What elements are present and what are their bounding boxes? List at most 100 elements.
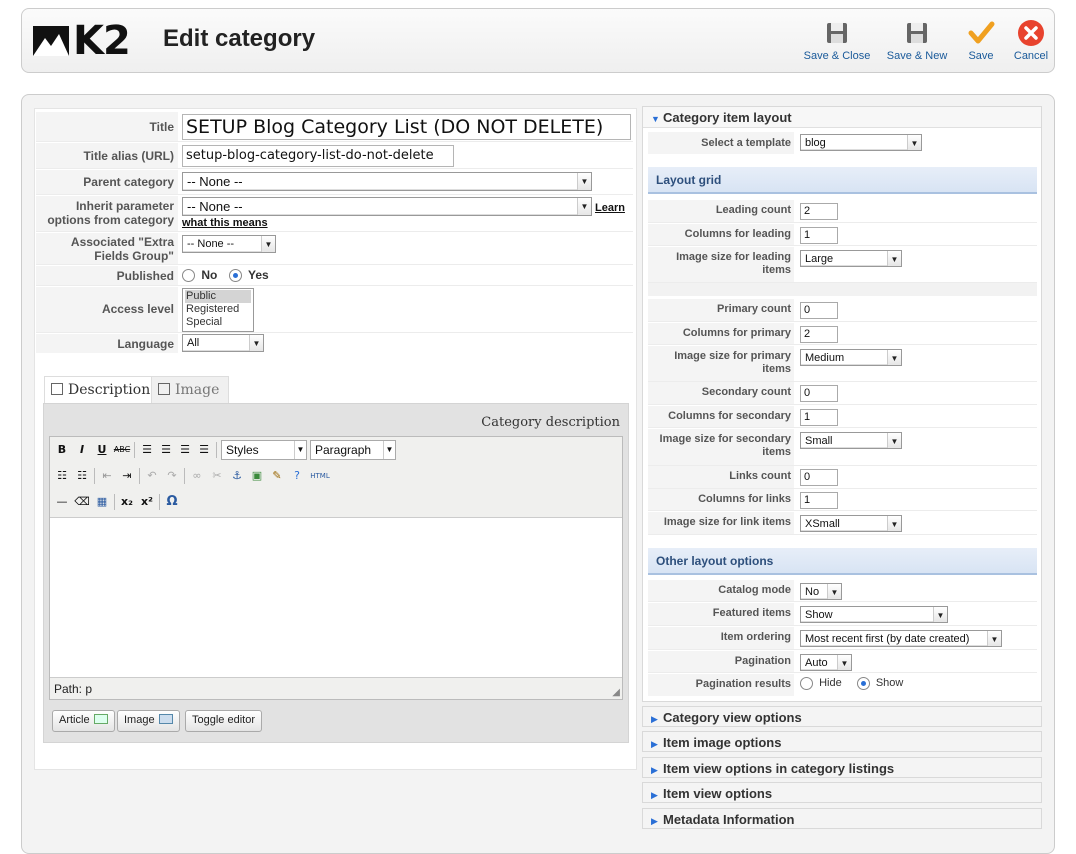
layout-grid-row: Secondary count 0	[648, 382, 1037, 405]
pagination-results-row: Pagination results Hide Show	[648, 674, 1037, 696]
extra-fields-row: Associated "Extra Fields Group" -- None …	[36, 233, 633, 265]
anchor-icon[interactable]: ⚓	[228, 467, 246, 485]
save-icon	[827, 23, 847, 43]
layout-grid-number-input[interactable]: 2	[800, 203, 838, 220]
align-left-icon[interactable]: ☰	[138, 441, 156, 459]
editor-content-area[interactable]	[50, 517, 622, 678]
accordion-metadata-information[interactable]: ▶ Metadata Information	[642, 808, 1042, 829]
accordion-item-view-options-listings[interactable]: ▶ Item view options in category listings	[642, 757, 1042, 778]
html-source-icon[interactable]: HTML	[308, 467, 332, 485]
toggle-editor-label: Toggle editor	[192, 714, 255, 726]
undo-icon[interactable]: ↶	[143, 467, 161, 485]
save-close-button[interactable]: Save & Close	[803, 19, 871, 65]
format-select[interactable]: Paragraph ▼	[310, 440, 396, 460]
access-option[interactable]: Registered	[185, 303, 251, 316]
article-button[interactable]: Article	[52, 710, 115, 732]
catalog-mode-label: Catalog mode	[648, 580, 794, 601]
category-item-layout-header[interactable]: ▼ Category item layout	[643, 107, 1041, 128]
save-button[interactable]: Save	[964, 19, 998, 65]
editor-toolbar-row-1: B I U ABC ☰ ☰ ☰ ☰ Styles ▼ Paragraph ▼	[50, 437, 622, 463]
styles-select[interactable]: Styles ▼	[221, 440, 307, 460]
layout-grid-label: Links count	[648, 466, 794, 488]
save-new-button[interactable]: Save & New	[884, 19, 950, 65]
outdent-icon[interactable]: ⇤	[98, 467, 116, 485]
published-label: Published	[36, 266, 178, 285]
superscript-icon[interactable]: x²	[138, 493, 156, 511]
access-level-listbox[interactable]: Public Registered Special	[182, 288, 254, 332]
language-select[interactable]: All ▼	[182, 334, 264, 352]
layout-grid-number-input[interactable]: 1	[800, 227, 838, 244]
numbered-list-icon[interactable]: ☷	[73, 467, 91, 485]
tab-image[interactable]: Image	[151, 376, 230, 403]
inherit-select[interactable]: -- None -- ▼	[182, 197, 592, 216]
parent-label: Parent category	[36, 170, 178, 194]
published-yes-radio[interactable]	[228, 269, 242, 283]
table-icon[interactable]: ▦	[93, 493, 111, 511]
published-no-radio[interactable]	[182, 269, 195, 283]
align-right-icon[interactable]: ☰	[176, 441, 194, 459]
layout-grid-number-input[interactable]: 0	[800, 469, 838, 486]
layout-grid-spacer	[648, 283, 1037, 296]
bullet-list-icon[interactable]: ☷	[53, 467, 71, 485]
item-ordering-select[interactable]: Most recent first (by date created) ▼	[800, 630, 1002, 647]
separator	[134, 442, 135, 458]
help-icon[interactable]: ?	[288, 467, 306, 485]
link-icon[interactable]: ∞	[188, 467, 206, 485]
title-input[interactable]: SETUP Blog Category List (DO NOT DELETE)	[182, 114, 631, 140]
remove-format-icon[interactable]: ⌫	[73, 493, 91, 511]
italic-icon[interactable]: I	[73, 441, 91, 459]
pagination-label: Pagination	[648, 651, 794, 672]
layout-grid-number-input[interactable]: 0	[800, 302, 838, 319]
redo-icon[interactable]: ↷	[163, 467, 181, 485]
what-this-means-link[interactable]: what this means	[182, 217, 268, 229]
featured-items-select[interactable]: Show ▼	[800, 606, 948, 623]
cancel-button[interactable]: Cancel	[1012, 19, 1050, 65]
unlink-icon[interactable]: ✂	[208, 467, 226, 485]
accordion-item-view-options[interactable]: ▶ Item view options	[642, 782, 1042, 803]
catalog-mode-select[interactable]: No ▼	[800, 583, 842, 600]
strikethrough-icon[interactable]: ABC	[113, 441, 131, 459]
article-button-label: Article	[59, 714, 90, 726]
layout-grid-number-input[interactable]: 2	[800, 326, 838, 343]
horizontal-rule-icon[interactable]: —	[53, 493, 71, 511]
featured-items-label: Featured items	[648, 603, 794, 625]
access-option[interactable]: Special	[185, 316, 251, 329]
layout-grid-image-size-select[interactable]: Small ▼	[800, 432, 902, 449]
special-char-icon[interactable]: Ω	[163, 493, 181, 511]
pagination-select[interactable]: Auto ▼	[800, 654, 852, 671]
toggle-editor-button[interactable]: Toggle editor	[185, 710, 262, 732]
layout-grid-number-input[interactable]: 0	[800, 385, 838, 402]
cleanup-icon[interactable]: ✎	[268, 467, 286, 485]
layout-grid-number-input[interactable]: 1	[800, 409, 838, 426]
insert-image-icon[interactable]: ▣	[248, 467, 266, 485]
layout-grid-row: Columns for links 1	[648, 489, 1037, 511]
triangle-right-icon: ▶	[651, 790, 658, 800]
image-button[interactable]: Image	[117, 710, 180, 732]
parent-category-select[interactable]: -- None -- ▼	[182, 172, 592, 191]
indent-icon[interactable]: ⇥	[118, 467, 136, 485]
align-justify-icon[interactable]: ☰	[195, 441, 213, 459]
extra-fields-select[interactable]: -- None -- ▼	[182, 235, 276, 253]
bold-icon[interactable]: B	[53, 441, 71, 459]
template-row: Select a template blog ▼	[648, 132, 1037, 154]
resize-handle-icon[interactable]: ◢	[612, 687, 620, 698]
layout-grid-row: Image size for link items XSmall ▼	[648, 512, 1037, 535]
access-option[interactable]: Public	[185, 290, 251, 303]
layout-grid-image-size-select[interactable]: XSmall ▼	[800, 515, 902, 532]
layout-grid-image-size-select[interactable]: Medium ▼	[800, 349, 902, 366]
template-select[interactable]: blog ▼	[800, 134, 922, 151]
underline-icon[interactable]: U	[93, 441, 111, 459]
align-center-icon[interactable]: ☰	[157, 441, 175, 459]
pagination-hide-radio[interactable]	[800, 677, 813, 690]
layout-grid-row: Image size for secondary items Small ▼	[648, 429, 1037, 466]
tab-image-label: Image	[175, 382, 220, 398]
pagination-show-radio[interactable]	[856, 677, 870, 690]
subscript-icon[interactable]: x₂	[118, 493, 136, 511]
accordion-category-view-options[interactable]: ▶ Category view options	[642, 706, 1042, 727]
layout-grid-number-input[interactable]: 1	[800, 492, 838, 509]
layout-grid-image-size-select[interactable]: Large ▼	[800, 250, 902, 267]
learn-link[interactable]: Learn	[595, 202, 625, 214]
accordion-item-image-options[interactable]: ▶ Item image options	[642, 731, 1042, 752]
alias-input[interactable]: setup-blog-category-list-do-not-delete	[182, 145, 454, 167]
tab-description[interactable]: Description	[44, 376, 161, 403]
